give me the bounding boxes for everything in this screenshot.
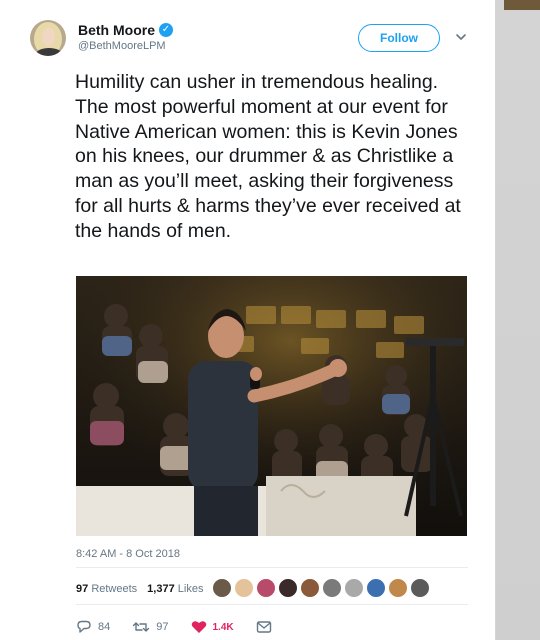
direct-message-icon [256, 620, 272, 634]
tweet-card: Beth Moore ✓ @BethMooreLPM Follow Humili… [0, 0, 496, 640]
like-stat-label: Likes [177, 583, 204, 595]
retweet-count: 97 [156, 621, 169, 633]
tweet-timestamp[interactable]: 8:42 AM - 8 Oct 2018 [76, 548, 180, 560]
follow-button[interactable]: Follow [358, 24, 440, 52]
tweet-header: Beth Moore ✓ @BethMooreLPM Follow [30, 20, 476, 60]
avatar[interactable] [256, 578, 276, 598]
avatar[interactable] [300, 578, 320, 598]
reply-count: 84 [98, 621, 111, 633]
liker-avatars [212, 578, 430, 598]
reply-button[interactable]: 84 [76, 620, 110, 634]
retweet-icon [132, 620, 150, 634]
avatar[interactable] [322, 578, 342, 598]
like-count: 1.4K [212, 621, 234, 633]
reply-icon [76, 620, 92, 634]
verified-badge-icon: ✓ [159, 23, 173, 37]
author-handle[interactable]: @BethMooreLPM [78, 40, 173, 52]
chevron-down-icon[interactable] [454, 30, 468, 44]
avatar[interactable] [344, 578, 364, 598]
author-name[interactable]: Beth Moore [78, 22, 155, 38]
background-object [504, 0, 540, 10]
avatar[interactable] [212, 578, 232, 598]
like-stat[interactable]: 1,377 Likes [147, 583, 203, 595]
tweet-actions: 84 97 1.4K [76, 620, 294, 634]
divider [76, 567, 468, 568]
direct-message-button[interactable] [256, 620, 272, 634]
avatar[interactable] [278, 578, 298, 598]
avatar[interactable] [234, 578, 254, 598]
avatar[interactable] [410, 578, 430, 598]
retweet-stat-count: 97 [76, 583, 89, 595]
like-stat-count: 1,377 [147, 583, 175, 595]
avatar[interactable] [388, 578, 408, 598]
tweet-stats: 97 Retweets 1,377 Likes [76, 583, 203, 595]
divider [76, 604, 468, 605]
background-strip [496, 0, 540, 640]
retweet-stat-label: Retweets [91, 583, 138, 595]
retweet-stat[interactable]: 97 Retweets [76, 583, 137, 595]
heart-icon [191, 620, 207, 634]
tweet-photo[interactable] [76, 276, 467, 536]
avatar[interactable] [30, 20, 66, 56]
avatar[interactable] [366, 578, 386, 598]
author-block: Beth Moore ✓ @BethMooreLPM [78, 22, 173, 52]
retweet-button[interactable]: 97 [132, 620, 169, 634]
tweet-text: Humility can usher in tremendous healing… [75, 71, 461, 242]
like-button[interactable]: 1.4K [191, 620, 234, 634]
